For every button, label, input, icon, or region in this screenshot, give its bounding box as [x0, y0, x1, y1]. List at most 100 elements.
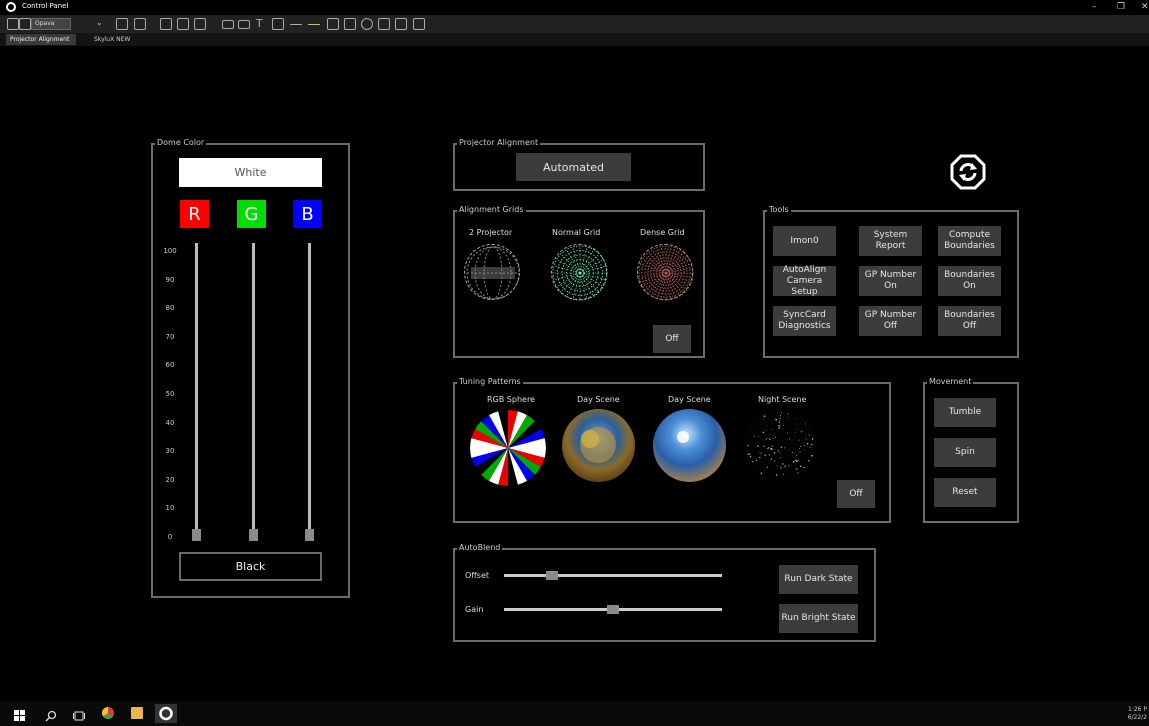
gain-slider-thumb[interactable] [607, 605, 619, 614]
checkbox-tool-icon[interactable] [327, 18, 339, 30]
system-clock[interactable]: 1:26 P 6/22/2 [1128, 706, 1147, 722]
synccard-diagnostics-button[interactable]: SyncCard Diagnostics [773, 306, 836, 336]
save-file-icon[interactable] [19, 18, 31, 30]
scale-tick: 10 [165, 504, 175, 513]
table-tool-icon[interactable] [413, 18, 425, 30]
open-file-icon[interactable] [7, 18, 19, 30]
day-scene-2-pattern-button[interactable] [653, 409, 726, 482]
chrome-icon[interactable] [102, 707, 114, 719]
tab-skylux-new[interactable]: SkyluX NEW [90, 34, 150, 45]
task-view-icon[interactable] [73, 707, 85, 721]
minimize-button[interactable]: – [1092, 2, 1097, 12]
scale-tick: 40 [165, 418, 175, 427]
restore-button[interactable]: ❐ [1117, 2, 1125, 12]
ellipse-tool-icon[interactable] [361, 18, 373, 30]
gain-label: Gain [465, 605, 484, 614]
hslider-yellow-tool-icon[interactable] [308, 24, 320, 25]
system-report-button[interactable]: System Report [859, 226, 922, 256]
text-tool-icon[interactable]: T [256, 18, 268, 30]
clock-date: 6/22/2 [1127, 714, 1147, 721]
offset-label: Offset [465, 571, 490, 580]
grids-off-button[interactable]: Off [653, 325, 691, 353]
spin-button[interactable]: Spin [934, 438, 996, 467]
tools-title: Tools [767, 205, 791, 214]
black-button[interactable]: Black [179, 552, 322, 581]
refresh-icon[interactable] [950, 154, 986, 190]
clock-time: 1:26 P [1128, 706, 1147, 713]
night-scene-pattern-button[interactable] [744, 409, 817, 482]
hand-icon[interactable] [177, 18, 189, 30]
tuning-label-day-scene-2: Day Scene [668, 395, 711, 404]
imon0-button[interactable]: Imon0 [773, 226, 836, 256]
close-button[interactable]: ✕ [1141, 2, 1149, 12]
run-dark-state-button[interactable]: Run Dark State [779, 565, 858, 594]
title-bar: Control Panel – ❐ ✕ [0, 0, 1149, 14]
gp-number-on-button[interactable]: GP Number On [859, 266, 922, 296]
tuning-label-night-scene: Night Scene [758, 395, 807, 404]
blue-slider-thumb[interactable] [305, 529, 314, 541]
day-scene-1-pattern-button[interactable] [562, 409, 635, 482]
green-slider-thumb[interactable] [249, 529, 258, 541]
control-panel-taskbar-icon[interactable] [155, 704, 177, 723]
file-explorer-icon[interactable] [131, 707, 143, 719]
automated-button[interactable]: Automated [516, 153, 631, 181]
gp-number-off-button[interactable]: GP Number Off [859, 306, 922, 336]
scale-tick: 20 [165, 475, 175, 484]
textbox-tool-icon[interactable] [272, 18, 284, 30]
rectangle-tool-icon[interactable] [222, 20, 234, 29]
tumble-button[interactable]: Tumble [934, 398, 996, 427]
compute-boundaries-button[interactable]: Compute Boundaries [938, 226, 1001, 256]
select-region-icon[interactable] [194, 18, 206, 30]
blue-channel-button[interactable]: B [293, 200, 322, 228]
boundaries-off-button[interactable]: Boundaries Off [938, 306, 1001, 336]
scale-tick: 0 [167, 533, 173, 541]
normal-grid-button[interactable] [551, 244, 608, 301]
tab-bar: Projector Alignment SkyluX NEW [0, 33, 1149, 46]
grid-label-dense: Dense Grid [640, 228, 685, 237]
run-bright-state-button[interactable]: Run Bright State [779, 604, 858, 633]
rgb-sphere-pattern-button[interactable] [470, 410, 546, 486]
profile-select[interactable]: Opava [31, 18, 71, 30]
offset-slider-thumb[interactable] [545, 571, 558, 580]
scale-tick: 80 [165, 304, 175, 313]
green-slider-track[interactable] [252, 243, 255, 537]
projector-alignment-title: Projector Alignment [457, 138, 541, 147]
toolbar-row: Opava ⌄ T [0, 15, 1149, 33]
tuning-label-rgb-sphere: RGB Sphere [487, 395, 535, 404]
button-tool-icon[interactable] [238, 20, 250, 29]
grid-label-normal: Normal Grid [552, 228, 601, 237]
document-icon[interactable] [116, 18, 128, 30]
autoalign-camera-setup-button[interactable]: AutoAlign Camera Setup [773, 265, 836, 297]
green-channel-button[interactable]: G [237, 200, 266, 228]
reset-button[interactable]: Reset [934, 478, 996, 507]
document-edit-icon[interactable] [134, 18, 146, 30]
tuning-off-button[interactable]: Off [837, 480, 875, 508]
boundaries-on-button[interactable]: Boundaries On [938, 266, 1001, 296]
scale-tick: 90 [165, 275, 175, 284]
blue-slider-track[interactable] [308, 243, 311, 537]
windows-start-icon[interactable] [14, 707, 26, 721]
hslider-tool-icon[interactable] [290, 24, 302, 25]
two-projector-grid-button[interactable] [464, 244, 520, 300]
scale-tick: 30 [165, 447, 175, 456]
grid-label-2-projector: 2 Projector [469, 228, 513, 237]
chevron-down-icon[interactable]: ⌄ [96, 18, 103, 27]
tab-projector-alignment[interactable]: Projector Alignment [6, 34, 76, 45]
dense-grid-button[interactable] [637, 244, 694, 301]
white-button[interactable]: White [179, 158, 322, 187]
square-tool-icon[interactable] [344, 18, 356, 30]
offset-slider-track[interactable] [504, 574, 722, 577]
frame-tool-icon[interactable] [378, 18, 390, 30]
window-title: Control Panel [22, 2, 69, 10]
grid-icon[interactable] [160, 18, 172, 30]
red-slider-track[interactable] [195, 243, 198, 537]
scale-tick: 50 [165, 390, 175, 398]
scale-tick: 100 [163, 247, 177, 255]
scale-tick: 60 [165, 361, 175, 370]
app-icon [6, 2, 16, 12]
search-icon[interactable] [45, 707, 57, 722]
red-slider-thumb[interactable] [192, 529, 201, 541]
red-channel-button[interactable]: R [180, 200, 209, 228]
image-tool-icon[interactable] [395, 18, 407, 30]
dome-color-title: Dome Color [155, 138, 207, 147]
